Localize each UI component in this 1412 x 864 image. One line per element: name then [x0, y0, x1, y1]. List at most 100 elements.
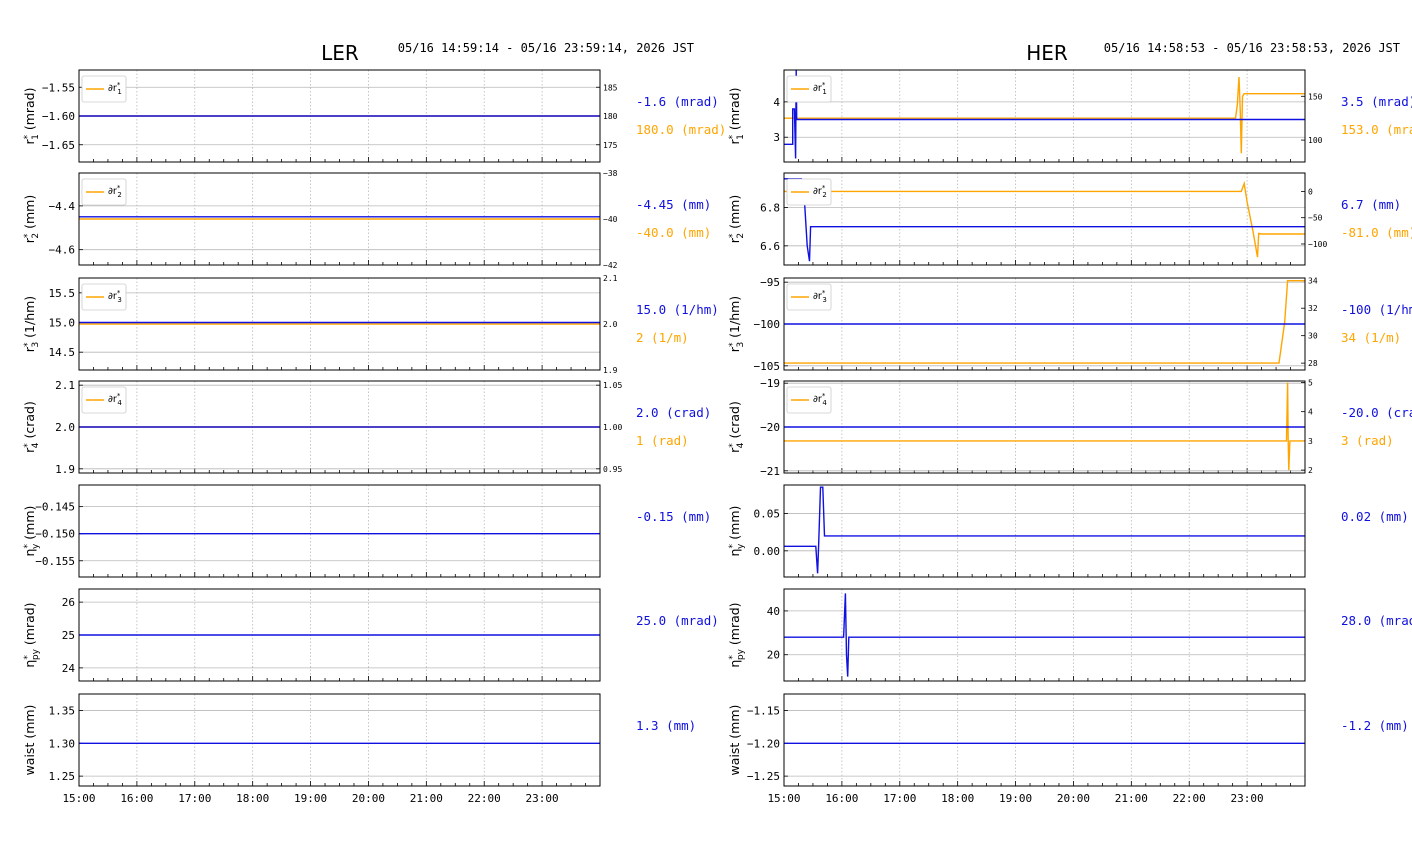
x-tick-label: 16:00 — [120, 792, 153, 805]
y2-tick-label: −50 — [1308, 214, 1323, 223]
legend-label: ∂r* 3 — [108, 289, 122, 304]
y2-tick-label: 4 — [1308, 408, 1313, 417]
figure-canvas: LER 05/16 14:59:14 - 05/16 23:59:14, 202… — [22, 41, 1412, 805]
series-line-primary — [784, 593, 1305, 677]
legend-label: ∂r* 1 — [813, 81, 827, 96]
y-axis-label: η*py (mrad) — [22, 602, 41, 667]
y-tick-label: 1.30 — [49, 737, 76, 750]
y-tick-label: 0.00 — [754, 545, 781, 558]
y-tick-label: 24 — [62, 662, 76, 675]
x-tick-label: 17:00 — [178, 792, 211, 805]
y-tick-label: −0.150 — [35, 528, 75, 541]
value-readout-primary: -20.0 (crad) — [1341, 405, 1412, 420]
y-tick-label: 14.5 — [49, 346, 76, 359]
panel-her-3: −19 −20 −21 5 4 3 2 ∂r*4 r*4 (crad) -20.0 (crad) 3… — [727, 377, 1412, 478]
y-axis-label: η*y (mm) — [727, 506, 746, 557]
value-readout-secondary: 180.0 (mrad) — [636, 122, 726, 137]
y-tick-label: 26 — [62, 596, 75, 609]
value-readout-primary: -4.45 (mm) — [636, 197, 711, 212]
value-readout-secondary: -40.0 (mm) — [636, 225, 711, 240]
x-tick-label: 21:00 — [410, 792, 443, 805]
y2-tick-label: 150 — [1308, 92, 1323, 101]
y-tick-label: −1.60 — [42, 110, 75, 123]
y2-tick-label: 32 — [1308, 304, 1318, 313]
panel-ler-3: 2.1 2.0 1.9 1.05 1.00 0.95 ∂r* 4 r*4 (crad) 2.0 (… — [22, 379, 711, 476]
value-readout-primary: 3.5 (mrad) — [1341, 94, 1412, 109]
y-axis-label: η*py (mrad) — [727, 602, 746, 667]
panel-ler-0: −1.55 −1.60 −1.65 185 180 175 ∂r* 1 r*1 (mrad) -1… — [22, 69, 726, 163]
value-readout-primary: -0.15 (mm) — [636, 509, 711, 524]
y-axis-label: r*2 (mm) — [727, 195, 746, 243]
y2-tick-label: 2.0 — [603, 320, 618, 329]
y-tick-label: 15.5 — [49, 287, 76, 300]
value-readout-primary: 15.0 (1/hm) — [636, 302, 719, 317]
panel-ler-6: 1.35 1.30 1.25 waist (mm) 1.3 (mm) 15:00 16:00… — [22, 693, 696, 805]
y-axis-label: r*3 (1/hm) — [727, 296, 746, 352]
x-tick-label: 19:00 — [999, 792, 1032, 805]
x-tick-label: 17:00 — [883, 792, 916, 805]
y-tick-label: 1.35 — [49, 704, 76, 717]
x-tick-label: 18:00 — [236, 792, 269, 805]
plot-frame — [783, 693, 1306, 787]
legend-label: ∂r* 3 — [813, 289, 827, 304]
x-tick-label: 22:00 — [468, 792, 501, 805]
panel-her-0: 4 3 150 100 ∂r* 1 r*1 (mrad) 3.5 (mrad) 153.0 (m… — [727, 69, 1412, 163]
value-readout-primary: 2.0 (crad) — [636, 405, 711, 420]
y2-tick-label: 28 — [1308, 359, 1318, 368]
y-tick-label: −20 — [760, 421, 780, 434]
y-tick-label: −105 — [754, 360, 781, 373]
y-tick-label: −1.65 — [42, 139, 75, 152]
panel-her-5: 40 20 η*py (mrad) 28.0 (mrad) — [727, 588, 1412, 682]
legend-label: ∂r* 4 — [108, 392, 122, 407]
y2-tick-label: 2 — [1308, 466, 1313, 475]
y-axis-label: r*4 (crad) — [22, 401, 41, 453]
her-timestamp: 05/16 14:58:53 - 05/16 23:58:53, 2026 JS… — [1104, 41, 1400, 55]
y-axis-label: r*3 (1/hm) — [22, 296, 41, 352]
x-tick-label: 15:00 — [767, 792, 800, 805]
value-readout-primary: -1.6 (mrad) — [636, 94, 719, 109]
y2-tick-label: 5 — [1308, 378, 1313, 387]
value-readout-primary: 28.0 (mrad) — [1341, 613, 1412, 628]
panel-ler-4: −0.145−0.150−0.155η*y (mm) -0.15 (mm) — [22, 484, 711, 578]
x-tick-label: 22:00 — [1173, 792, 1206, 805]
y-tick-label: 1.25 — [49, 770, 76, 783]
panel-ler-2: 15.5 15.0 14.5 2.1 2.0 1.9 ∂r* 3 r*3 (1/hm) 15.0 … — [22, 274, 719, 375]
y-tick-label: 20 — [767, 649, 780, 662]
x-tick-label: 20:00 — [352, 792, 385, 805]
y-tick-label: −21 — [760, 465, 780, 478]
panel-her-4: 0.05 0.00 η*y (mm) 0.02 (mm) — [727, 484, 1409, 578]
y-tick-label: −1.20 — [747, 737, 780, 750]
plot-frame — [78, 693, 601, 787]
y-axis-label: waist (mm) — [727, 705, 742, 776]
panel-ler-1: −4.4 −4.6 −38 −40 −42 ∂r* 2 r*2 (mm) -4.45 (mm) -… — [22, 169, 711, 270]
value-readout-primary: -100 (1/hm) — [1341, 302, 1412, 317]
y2-tick-label: 30 — [1308, 332, 1318, 341]
y2-tick-label: 0.95 — [603, 465, 622, 474]
y-tick-label: 0.05 — [754, 507, 781, 520]
y-tick-label: −19 — [760, 377, 780, 390]
y-tick-label: −0.145 — [35, 501, 75, 514]
y-tick-label: 3 — [773, 131, 780, 144]
y2-tick-label: −38 — [603, 169, 618, 178]
y-tick-label: 25 — [62, 629, 75, 642]
series-line-secondary — [784, 76, 1305, 154]
series-line-primary — [784, 69, 1305, 159]
y-tick-label: 6.6 — [760, 240, 780, 253]
x-tick-label: 18:00 — [941, 792, 974, 805]
y-tick-label: −1.55 — [42, 81, 75, 94]
y-tick-label: 1.9 — [55, 463, 75, 476]
y2-tick-label: 0 — [1308, 187, 1313, 196]
plot-frame — [783, 484, 1306, 578]
y-tick-label: 2.1 — [55, 379, 75, 392]
x-tick-label: 23:00 — [526, 792, 559, 805]
x-tick-label: 16:00 — [825, 792, 858, 805]
panel-her-6: −1.15 −1.20 −1.25 waist (mm) -1.2 (mm) 15:00 1… — [727, 693, 1409, 805]
value-readout-secondary: 34 (1/m) — [1341, 330, 1401, 345]
y-tick-label: 4 — [773, 96, 780, 109]
plot-frame — [783, 69, 1306, 163]
y-tick-label: −100 — [754, 318, 781, 331]
value-readout-secondary: 3 (rad) — [1341, 433, 1394, 448]
y2-tick-label: 3 — [1308, 437, 1313, 446]
y-tick-label: −1.15 — [747, 704, 780, 717]
y-tick-label: −4.6 — [49, 244, 76, 257]
